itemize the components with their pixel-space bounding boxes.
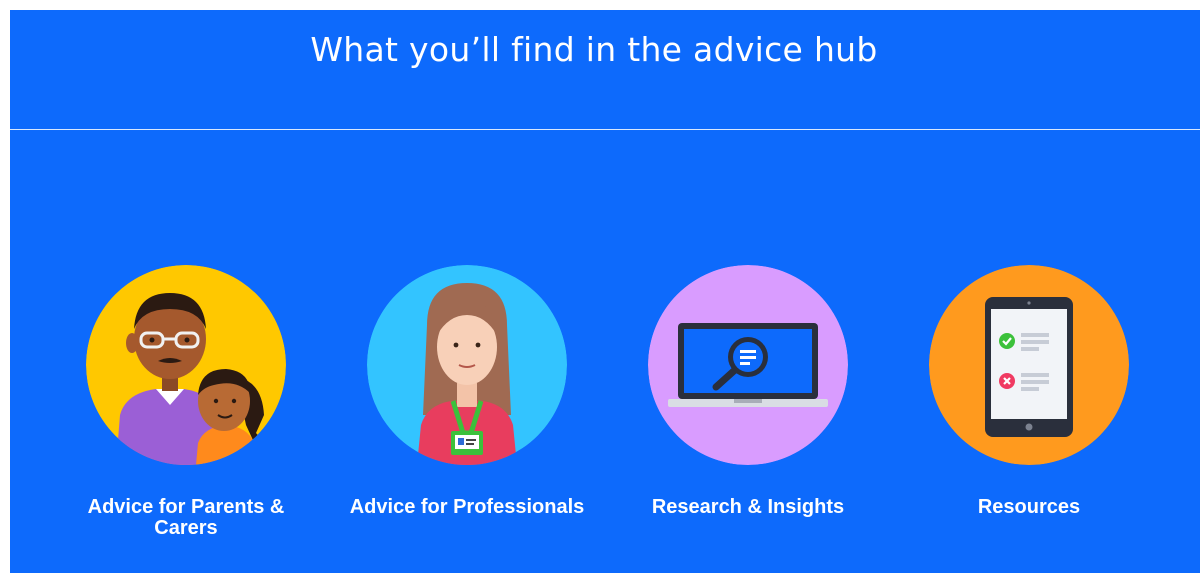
card-professionals[interactable]: Advice for Professionals (337, 265, 597, 555)
card-label: Advice for Parents & Carers (87, 496, 285, 539)
card-label: Research & Insights (651, 496, 845, 518)
card-parents-carers[interactable]: Advice for Parents & Carers (56, 265, 316, 555)
laptop-magnifier-illustration-icon (648, 265, 848, 465)
card-research-insights[interactable]: Research & Insights (618, 265, 878, 555)
card-resources[interactable]: Resources (899, 265, 1159, 555)
card-label: Resources (977, 496, 1081, 518)
tablet-checklist-illustration-icon (929, 265, 1129, 465)
professional-with-lanyard-illustration-icon (367, 265, 567, 465)
section-title: What you’ll find in the advice hub (310, 30, 878, 69)
parent-and-child-illustration-icon (86, 265, 286, 465)
card-label: Advice for Professionals (349, 496, 585, 518)
advice-hub-section: What you’ll find in the advice hub Advic… (10, 10, 1200, 573)
section-divider (10, 129, 1200, 130)
